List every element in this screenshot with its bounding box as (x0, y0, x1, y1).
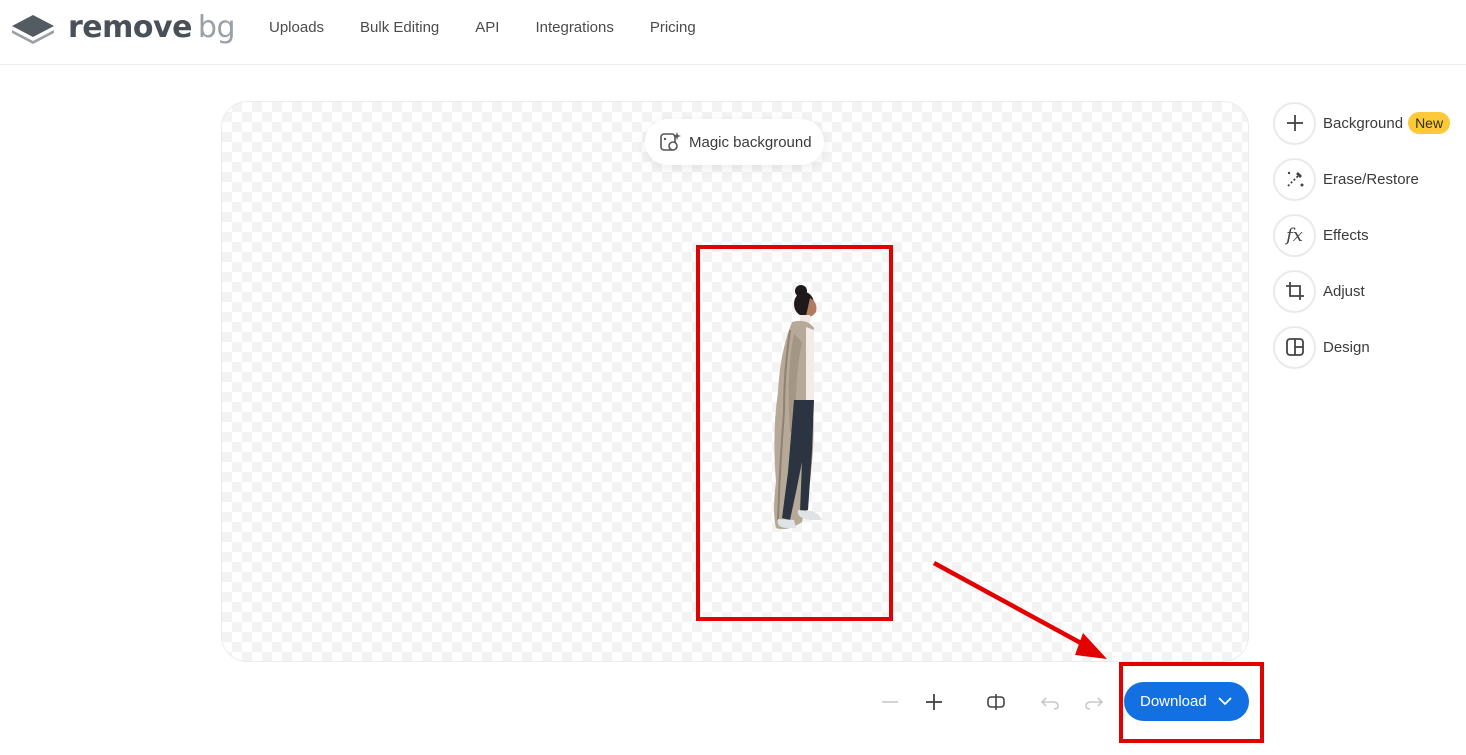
nav-api[interactable]: API (475, 18, 499, 38)
tool-effects[interactable]: fx Effects (1273, 213, 1450, 257)
nav-bulk-editing[interactable]: Bulk Editing (360, 18, 439, 38)
nav-uploads[interactable]: Uploads (269, 18, 324, 38)
tool-panel: Background New Erase/Restore fx Effects … (1273, 101, 1451, 381)
removebg-logo[interactable]: remove bg (10, 10, 236, 45)
plus-icon (1286, 115, 1303, 131)
nav-integrations[interactable]: Integrations (535, 18, 613, 38)
tool-erase-restore[interactable]: Erase/Restore (1273, 157, 1450, 201)
compare-button[interactable] (976, 682, 1016, 722)
tool-adjust-label: Adjust (1323, 282, 1365, 300)
magic-sparkle-icon (660, 132, 681, 151)
layout-icon (1285, 338, 1304, 356)
compare-icon (987, 694, 1005, 710)
nav-pricing[interactable]: Pricing (650, 18, 696, 38)
undo-icon (1040, 697, 1059, 710)
tool-effects-circle: fx (1273, 213, 1316, 257)
redo-icon (1085, 697, 1104, 710)
tool-erase-circle (1273, 157, 1316, 201)
redo-button[interactable] (1074, 682, 1114, 722)
top-header: remove bg Uploads Bulk Editing API Integr… (0, 0, 1466, 65)
tool-design-circle (1273, 325, 1316, 369)
fx-icon: fx (1286, 224, 1303, 246)
tool-erase-label: Erase/Restore (1323, 170, 1419, 188)
tool-background[interactable]: Background New (1273, 101, 1451, 145)
zoom-out-button[interactable] (870, 682, 910, 722)
subject-highlight-annotation (696, 245, 893, 621)
tool-design[interactable]: Design (1273, 325, 1450, 369)
main-nav: Uploads Bulk Editing API Integrations Pr… (269, 18, 732, 38)
new-badge: New (1408, 112, 1451, 134)
tool-background-label: Background (1323, 114, 1404, 132)
magic-background-button[interactable]: Magic background (645, 119, 824, 165)
tool-background-circle (1273, 101, 1316, 145)
tool-adjust[interactable]: Adjust (1273, 269, 1450, 313)
chevron-down-icon[interactable] (1217, 695, 1233, 707)
zoom-in-button[interactable] (914, 682, 954, 722)
crop-icon (1285, 282, 1304, 300)
layers-logo-icon (12, 15, 54, 44)
tool-design-label: Design (1323, 338, 1370, 356)
magic-background-label: Magic background (689, 133, 812, 151)
download-label: Download (1140, 693, 1207, 710)
undo-button[interactable] (1030, 682, 1070, 722)
magic-brush-icon (1286, 171, 1303, 187)
minus-icon (882, 701, 898, 703)
plus-icon (926, 694, 942, 710)
tool-effects-label: Effects (1323, 226, 1369, 244)
tool-adjust-circle (1273, 269, 1316, 313)
logo-wordmark: remove bg (68, 10, 236, 45)
download-button[interactable]: Download (1124, 682, 1249, 721)
red-arrow-annotation (932, 561, 1107, 659)
bottom-toolbar (870, 682, 1114, 722)
